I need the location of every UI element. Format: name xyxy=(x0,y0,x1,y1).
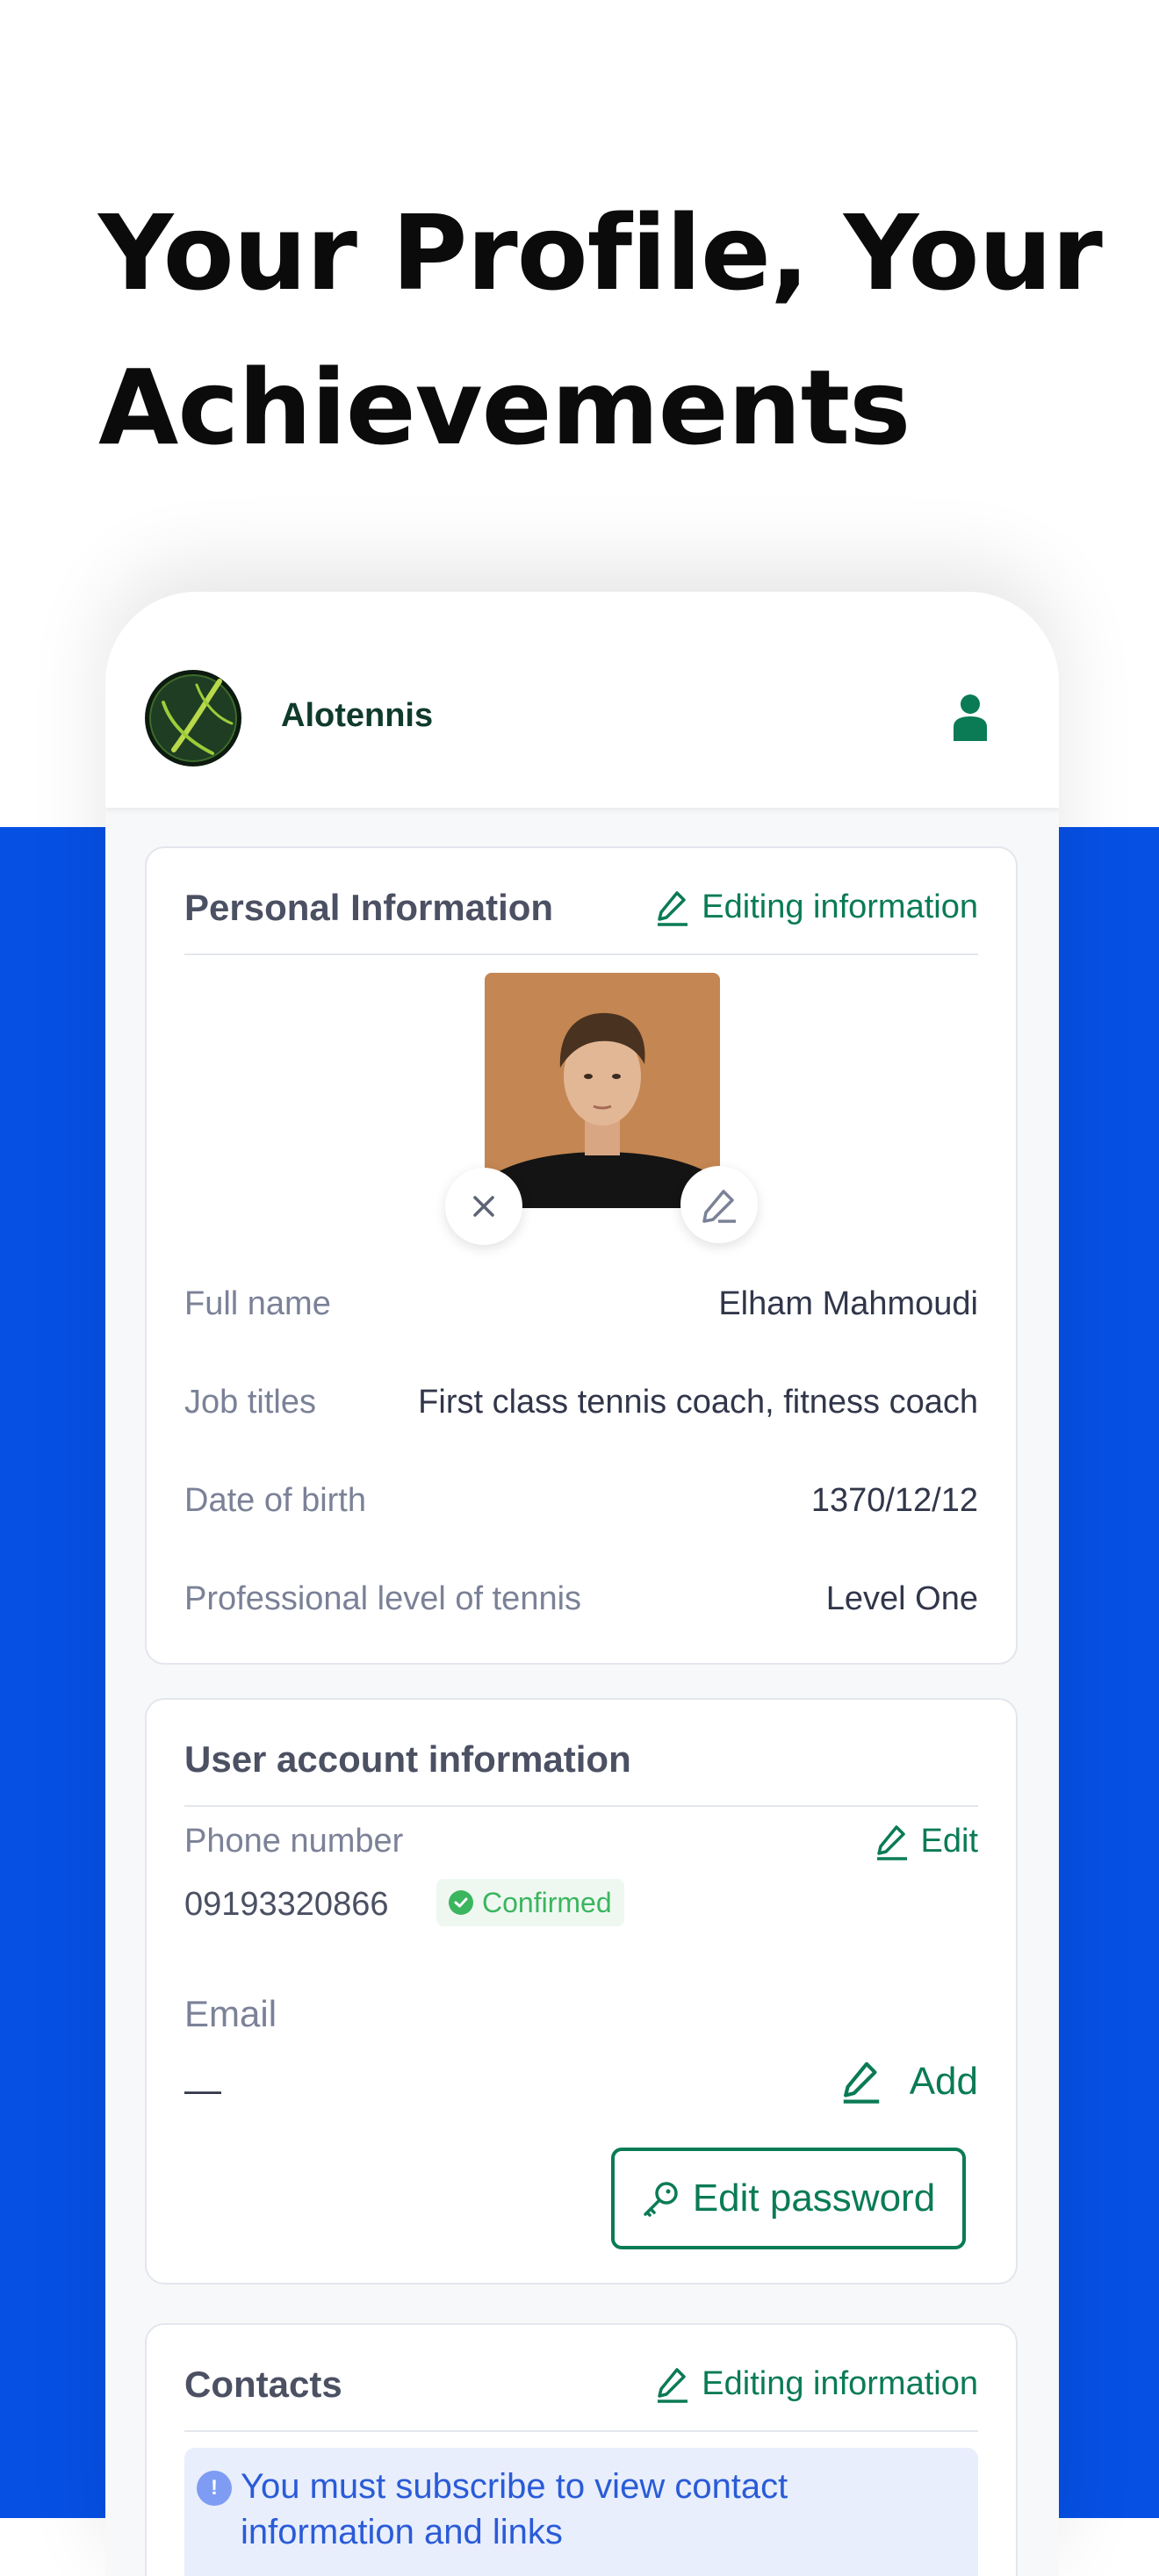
job-titles-value: First class tennis coach, fitness coach xyxy=(418,1384,978,1421)
info-row-date-of-birth: Date of birth 1370/12/12 xyxy=(184,1482,978,1526)
contacts-title: Contacts xyxy=(184,2364,342,2405)
headline-line-2: Achievements xyxy=(98,347,911,468)
app-brand-name: Alotennis xyxy=(281,697,434,734)
key-icon xyxy=(644,2182,678,2217)
info-row-job-titles: Job titles First class tennis coach, fit… xyxy=(184,1384,978,1428)
date-of-birth-value: 1370/12/12 xyxy=(810,1482,978,1519)
headline-line-1: Your Profile, Your xyxy=(98,192,1103,313)
check-circle-icon xyxy=(449,1890,473,1915)
edit-password-label: Edit password xyxy=(692,2177,936,2220)
edit-personal-info-button[interactable]: Editing information xyxy=(656,889,978,926)
app-header: Alotennis xyxy=(105,592,1059,808)
user-account-card: User account information Phone number Ed… xyxy=(145,1698,1018,2285)
divider xyxy=(184,1805,978,1807)
add-email-label: Add xyxy=(909,2060,978,2103)
close-icon xyxy=(473,1196,494,1217)
confirmed-status-badge: Confirmed xyxy=(436,1879,624,1926)
job-titles-label: Job titles xyxy=(184,1384,316,1421)
phone-number-value: 09193320866 xyxy=(184,1886,389,1923)
edit-phone-button[interactable]: Edit xyxy=(875,1823,978,1860)
subscription-notice-text: You must subscribe to view contact infor… xyxy=(241,2467,788,2551)
tennis-level-label: Professional level of tennis xyxy=(184,1580,582,1617)
contacts-card: Contacts Editing information ! You must … xyxy=(145,2323,1018,2576)
edit-contacts-label: Editing information xyxy=(702,2365,978,2402)
email-value: — xyxy=(184,2069,221,2110)
date-of-birth-label: Date of birth xyxy=(184,1482,366,1519)
personal-info-title: Personal Information xyxy=(184,887,554,928)
info-icon: ! xyxy=(197,2471,232,2506)
phone-number-label: Phone number xyxy=(184,1823,404,1860)
user-profile-icon[interactable] xyxy=(952,694,989,741)
edit-personal-info-label: Editing information xyxy=(702,889,978,925)
full-name-value: Elham Mahmoudi xyxy=(718,1285,978,1322)
pencil-icon xyxy=(658,890,688,926)
email-label: Email xyxy=(184,1993,277,2034)
divider xyxy=(184,953,978,955)
pencil-icon xyxy=(702,1190,736,1223)
marketing-headline: Your Profile, Your Achievements xyxy=(98,176,1108,485)
alotennis-logo xyxy=(145,670,241,766)
info-row-tennis-level: Professional level of tennis Level One xyxy=(184,1580,978,1624)
info-row-full-name: Full name Elham Mahmoudi xyxy=(184,1285,978,1329)
edit-phone-label: Edit xyxy=(920,1823,978,1860)
pencil-icon xyxy=(876,1824,907,1860)
divider xyxy=(184,2430,978,2432)
remove-photo-button[interactable] xyxy=(445,1168,522,1245)
confirmed-status-label: Confirmed xyxy=(482,1886,612,1918)
edit-password-button[interactable]: Edit password xyxy=(611,2148,966,2249)
edit-photo-button[interactable] xyxy=(680,1166,758,1243)
personal-information-card: Personal Information Editing information xyxy=(145,846,1018,1665)
pencil-icon xyxy=(658,2367,688,2403)
tennis-level-value: Level One xyxy=(825,1580,978,1617)
subscription-notice: ! You must subscribe to view contact inf… xyxy=(184,2448,978,2576)
add-email-button[interactable]: Add xyxy=(841,2060,978,2104)
phone-mockup: Alotennis Personal Information Editing i… xyxy=(105,592,1059,2576)
profile-photo xyxy=(485,973,720,1208)
pencil-icon xyxy=(843,2062,879,2104)
full-name-label: Full name xyxy=(184,1285,331,1322)
account-info-title: User account information xyxy=(184,1738,631,1780)
edit-contacts-button[interactable]: Editing information xyxy=(656,2365,978,2403)
